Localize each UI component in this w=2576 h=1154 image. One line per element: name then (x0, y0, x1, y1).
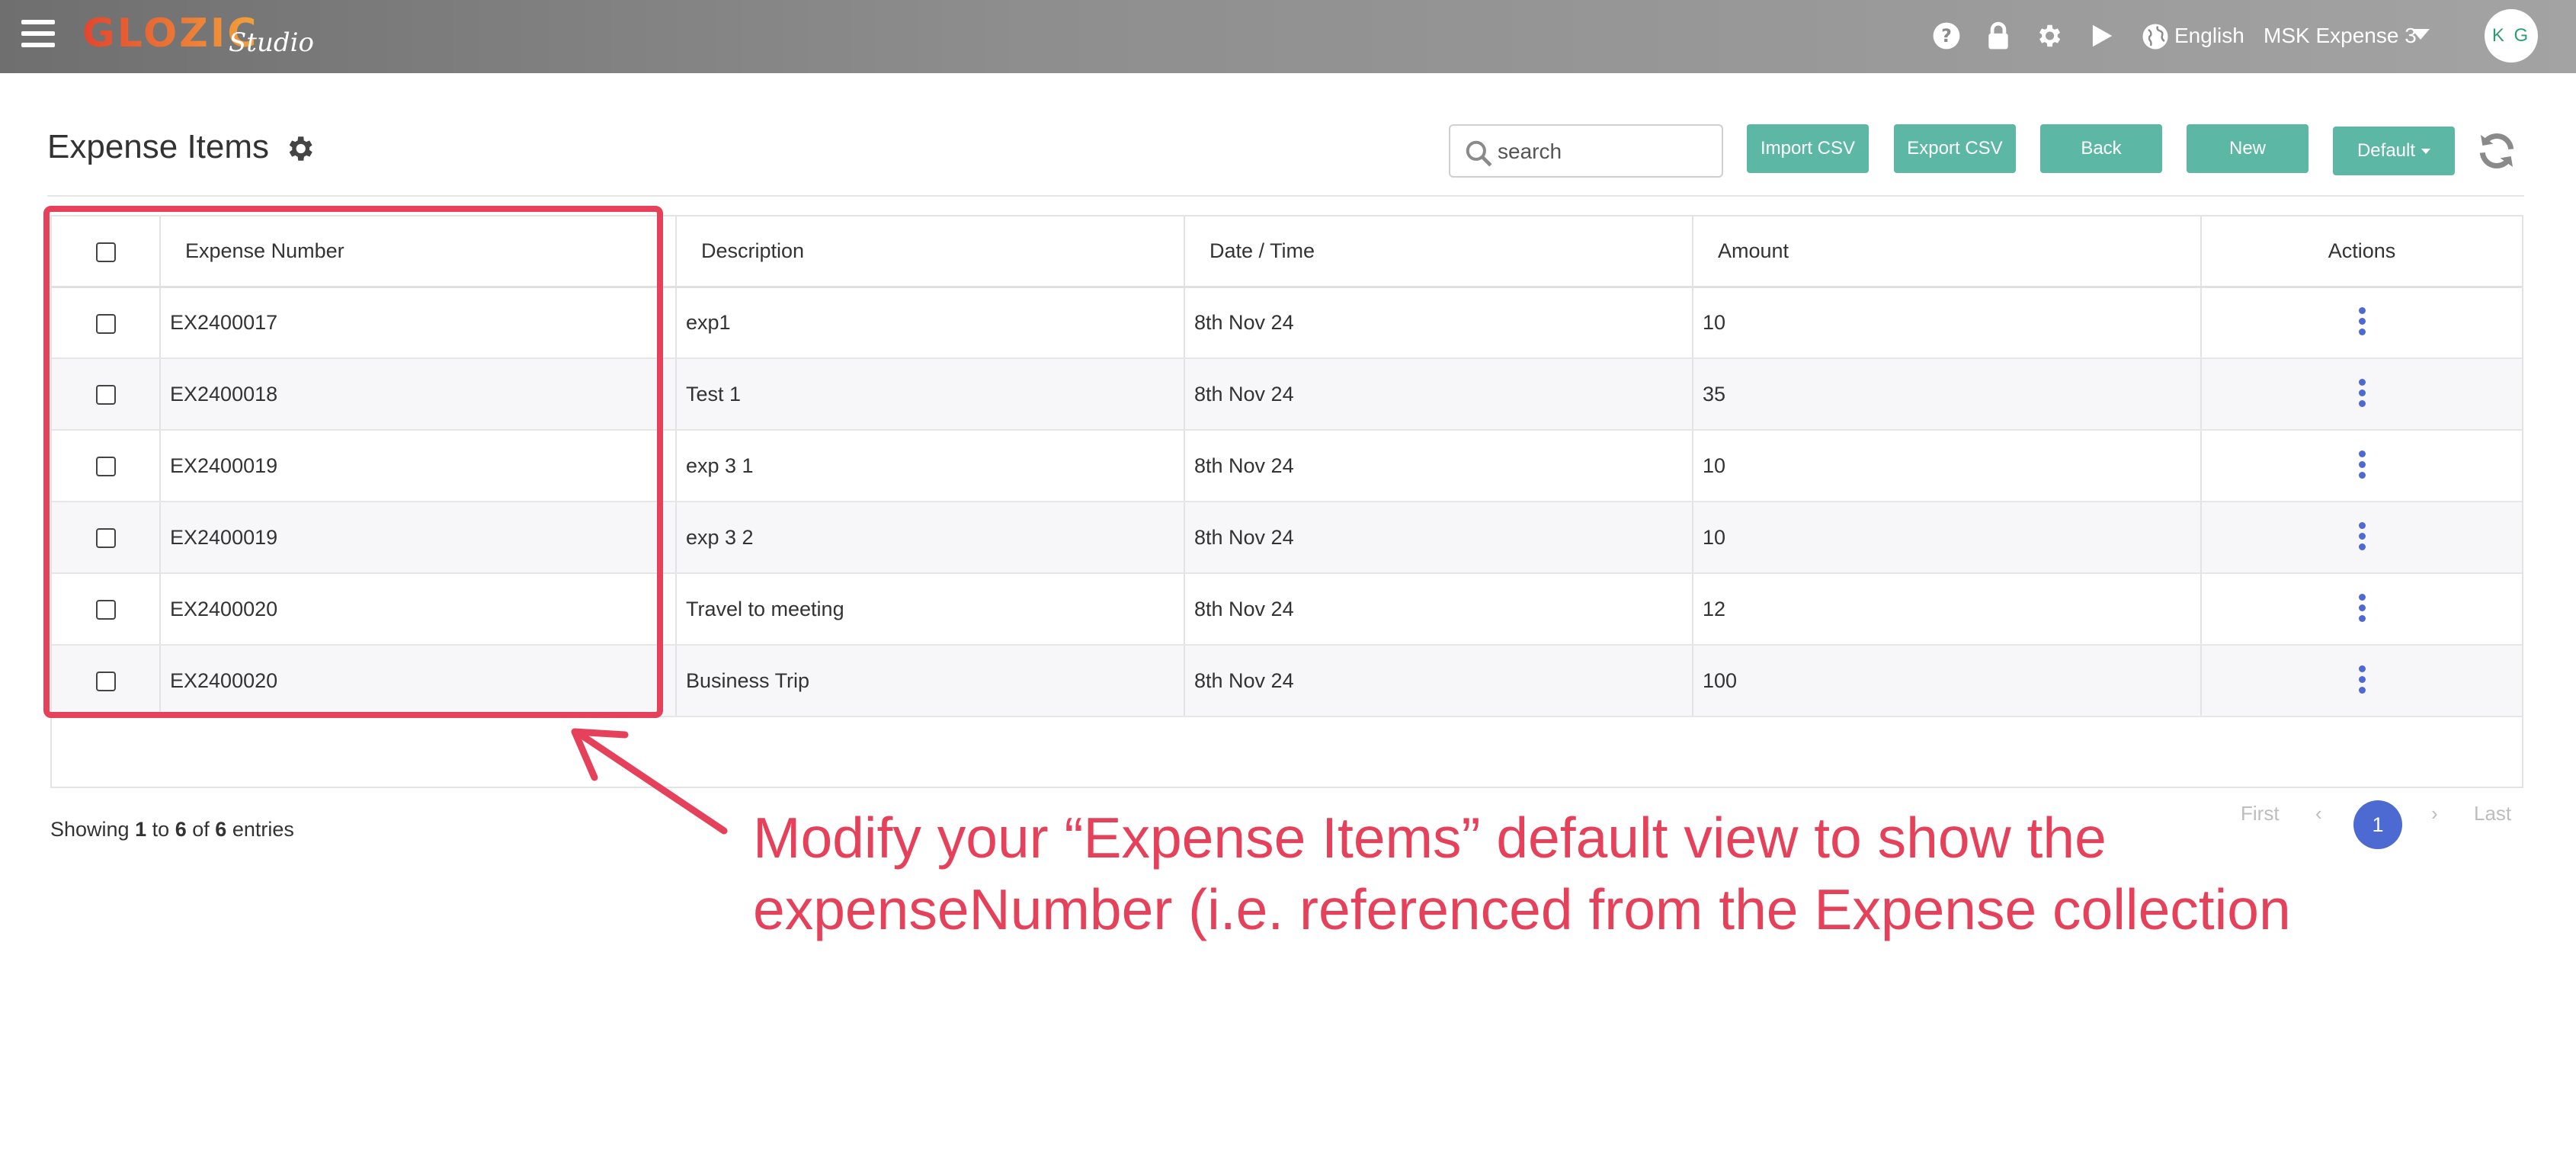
column-header-description[interactable]: Description (676, 216, 1185, 288)
app-selector[interactable]: MSK Expense 3 (2264, 24, 2417, 48)
column-header-actions: Actions (2201, 216, 2522, 288)
description-cell: Test 1 (676, 358, 1185, 431)
header-divider (47, 195, 2524, 197)
actions-cell (2201, 645, 2522, 717)
new-button[interactable]: New (2187, 124, 2308, 173)
annotation-line-2: expenseNumber (i.e. referenced from the … (753, 877, 2291, 941)
gear-icon[interactable] (2034, 21, 2063, 50)
view-settings-gear-icon[interactable] (284, 133, 316, 165)
range-to: 6 (175, 818, 187, 841)
chevron-down-icon[interactable] (2411, 29, 2430, 40)
default-view-dropdown[interactable]: Default (2333, 127, 2455, 175)
export-csv-button[interactable]: Export CSV (1894, 124, 2016, 173)
description-cell: exp1 (676, 287, 1185, 359)
total-entries: 6 (215, 818, 227, 841)
description-cell: Business Trip (676, 645, 1185, 717)
default-view-label: Default (2357, 140, 2416, 161)
more-vertical-icon[interactable] (2357, 450, 2366, 481)
more-vertical-icon[interactable] (2357, 594, 2366, 624)
svg-text:?: ? (1941, 25, 1952, 46)
search-icon (1466, 140, 1492, 167)
amount-cell: 10 (1693, 430, 2202, 502)
actions-cell (2201, 502, 2522, 574)
play-icon[interactable] (2087, 21, 2116, 50)
description-cell: exp 3 1 (676, 430, 1185, 502)
user-avatar[interactable]: K G (2485, 9, 2538, 63)
entries-summary: Showing 1 to 6 of 6 entries (50, 818, 294, 841)
amount-cell: 10 (1693, 502, 2202, 574)
lock-icon[interactable] (1984, 21, 2013, 50)
page-title: Expense Items (47, 128, 270, 165)
date-cell: 8th Nov 24 (1184, 287, 1693, 359)
showing-label: Showing (50, 818, 130, 841)
date-cell: 8th Nov 24 (1184, 358, 1693, 431)
actions-cell (2201, 287, 2522, 359)
amount-cell: 10 (1693, 287, 2202, 359)
language-selector[interactable]: English (2174, 24, 2244, 48)
description-cell: exp 3 2 (676, 502, 1185, 574)
annotation-line-1: Modify your “Expense Items” default view… (753, 806, 2107, 870)
actions-cell (2201, 430, 2522, 502)
amount-cell: 100 (1693, 645, 2202, 717)
amount-cell: 35 (1693, 358, 2202, 431)
date-cell: 8th Nov 24 (1184, 430, 1693, 502)
caret-down-icon (2421, 148, 2431, 154)
date-cell: 8th Nov 24 (1184, 502, 1693, 574)
search-box (1449, 124, 1723, 178)
app-logo-subtitle: Studio (229, 27, 314, 58)
description-cell: Travel to meeting (676, 573, 1185, 646)
top-navigation-bar: GLOZIC Studio ? English MSK Expense 3 K … (0, 0, 2576, 73)
refresh-icon[interactable] (2475, 130, 2518, 172)
date-cell: 8th Nov 24 (1184, 645, 1693, 717)
entries-label: entries (232, 818, 294, 841)
globe-icon[interactable] (2142, 23, 2169, 50)
more-vertical-icon[interactable] (2357, 379, 2366, 409)
menu-icon[interactable] (21, 20, 55, 47)
more-vertical-icon[interactable] (2357, 522, 2366, 553)
annotation-arrow-icon (571, 728, 728, 835)
actions-cell (2201, 573, 2522, 646)
search-input[interactable] (1498, 133, 1715, 170)
help-icon[interactable]: ? (1932, 21, 1961, 50)
annotation-highlight-box (43, 206, 663, 718)
actions-cell (2201, 358, 2522, 431)
more-vertical-icon[interactable] (2357, 665, 2366, 696)
column-header-amount[interactable]: Amount (1693, 216, 2202, 288)
column-header-date-time[interactable]: Date / Time (1184, 216, 1693, 288)
amount-cell: 12 (1693, 573, 2202, 646)
of-label: of (192, 818, 210, 841)
back-button[interactable]: Back (2040, 124, 2162, 173)
date-cell: 8th Nov 24 (1184, 573, 1693, 646)
more-vertical-icon[interactable] (2357, 307, 2366, 338)
annotation-text: Modify your “Expense Items” default view… (753, 802, 2506, 945)
import-csv-button[interactable]: Import CSV (1747, 124, 1869, 173)
range-from: 1 (135, 818, 147, 841)
to-label: to (152, 818, 170, 841)
